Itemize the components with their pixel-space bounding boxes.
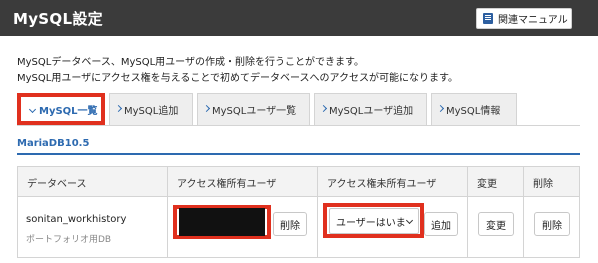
- book-icon: [483, 13, 493, 24]
- tab-mysql-user-list[interactable]: MySQLユーザ一覧: [197, 93, 310, 125]
- tab-mysql-add[interactable]: MySQL追加: [109, 93, 193, 125]
- column-header-owner-users: アクセス権所有ユーザ: [168, 167, 318, 197]
- tab-label: MySQL追加: [124, 106, 179, 117]
- chevron-right-icon: [436, 104, 445, 113]
- database-name: sonitan_workhistory: [26, 214, 127, 225]
- tab-mysql-user-add[interactable]: MySQLユーザ追加: [314, 93, 427, 125]
- tab-label: MySQLユーザ一覧: [212, 106, 297, 117]
- remove-owner-button[interactable]: 削除: [273, 212, 307, 236]
- chevron-down-icon: [405, 216, 414, 225]
- column-header-delete: 削除: [533, 178, 553, 190]
- section-divider: [17, 153, 580, 155]
- tab-divider: [17, 125, 580, 126]
- column-header-non-owner-users: アクセス権未所有ユーザ: [318, 167, 468, 197]
- database-cell: sonitan_workhistory ポートフォリオ用DB: [18, 197, 168, 257]
- delete-cell: 削除: [524, 197, 581, 257]
- tab-mysql-list[interactable]: MySQL一覧: [17, 93, 105, 125]
- description-line-2: MySQL用ユーザにアクセス権を与えることで初めてデータベースへのアクセスが可能…: [17, 73, 459, 84]
- chevron-right-icon: [114, 104, 123, 113]
- page-title: MySQL設定: [13, 10, 103, 28]
- change-button[interactable]: 変更: [478, 212, 514, 236]
- tab-label: MySQL一覧: [39, 105, 98, 117]
- redacted-user-name: [179, 208, 265, 236]
- column-header-database: データベース: [18, 167, 168, 197]
- delete-button[interactable]: 削除: [534, 212, 570, 236]
- section-title: MariaDB10.5: [17, 138, 90, 149]
- description-line-1: MySQLデータベース、MySQL用ユーザの作成・削除を行うことができます。: [17, 57, 364, 68]
- page-header: MySQL設定 関連マニュアル: [0, 0, 598, 36]
- user-select-value: ユーザーはいま: [336, 217, 406, 229]
- chevron-right-icon: [319, 104, 328, 113]
- user-select[interactable]: ユーザーはいま: [329, 208, 419, 234]
- database-comment: ポートフォリオ用DB: [26, 235, 112, 245]
- table-row: sonitan_workhistory ポートフォリオ用DB 削除 ユーザーはい…: [18, 197, 579, 257]
- column-header-change: 変更: [468, 167, 524, 197]
- table-header: データベース アクセス権所有ユーザ アクセス権未所有ユーザ 変更 削除: [18, 167, 579, 197]
- tab-label: MySQL情報: [446, 106, 501, 117]
- tab-mysql-info[interactable]: MySQL情報: [431, 93, 517, 125]
- related-manual-button[interactable]: 関連マニュアル: [476, 8, 572, 29]
- chevron-right-icon: [202, 104, 211, 113]
- non-owner-users-cell: ユーザーはいま 追加: [318, 197, 468, 257]
- add-user-button[interactable]: 追加: [424, 212, 458, 236]
- related-manual-label: 関連マニュアル: [498, 15, 568, 26]
- owner-users-cell: 削除: [168, 197, 318, 257]
- tab-label: MySQLユーザ追加: [329, 106, 414, 117]
- change-cell: 変更: [468, 197, 524, 257]
- database-table: データベース アクセス権所有ユーザ アクセス権未所有ユーザ 変更 削除 soni…: [17, 166, 580, 258]
